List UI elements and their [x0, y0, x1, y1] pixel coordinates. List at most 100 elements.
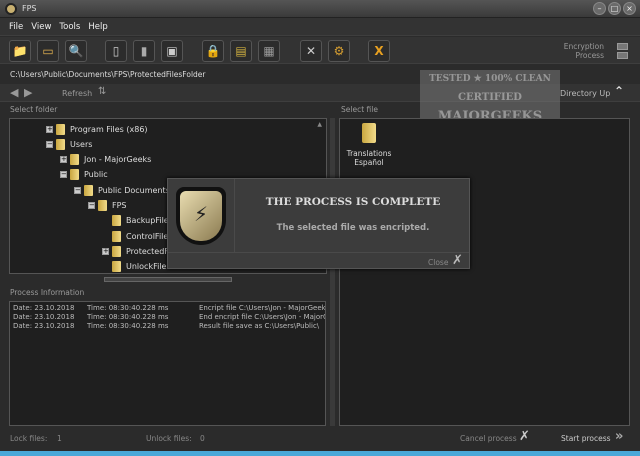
menu-file[interactable]: File [9, 22, 23, 32]
refresh-icon[interactable]: ⇅ [98, 86, 106, 97]
log-date: Date: 23.10.2018 [13, 313, 75, 321]
dialog-title: THE PROCESS IS COMPLETE [265, 196, 441, 208]
file-list[interactable]: Translations Español [339, 118, 630, 426]
tree-item[interactable]: + Program Files (x86) [46, 122, 148, 136]
log-time: Time: 08:30:40.228 ms [87, 304, 169, 312]
folder-icon [56, 123, 65, 135]
folder-icon [112, 215, 121, 227]
folder-icon [362, 123, 376, 143]
tree-item[interactable]: −BackupFiles [102, 214, 173, 228]
file-item[interactable]: Translations Español [344, 123, 394, 167]
search-folder-button[interactable]: 🔍 [65, 40, 87, 62]
menu-view[interactable]: View [31, 22, 51, 32]
double-chevron-right-icon[interactable]: » [615, 429, 623, 444]
divider [234, 179, 235, 252]
refresh-button[interactable]: Refresh [62, 89, 92, 98]
lock-button[interactable]: 🔒 [202, 40, 224, 62]
log-date: Date: 23.10.2018 [13, 304, 75, 312]
directory-up-button[interactable]: Directory Up [560, 89, 610, 98]
tree-item[interactable]: −UnlockFiles [102, 260, 171, 273]
box-button[interactable]: ▦ [258, 40, 280, 62]
tree-item-label: Jon - MajorGeeks [84, 155, 152, 165]
expand-icon[interactable]: + [46, 125, 53, 133]
tree-item[interactable]: − Public [60, 168, 108, 182]
minimize-button[interactable]: – [593, 2, 606, 15]
current-path: C:\Users\Public\Documents\FPS\ProtectedF… [10, 70, 206, 79]
document-button[interactable]: ▯ [105, 40, 127, 62]
cancel-x-icon[interactable]: ✗ [519, 429, 530, 444]
folder-icon [70, 154, 79, 166]
divider [168, 252, 469, 253]
app-shield-icon [5, 3, 17, 15]
cancel-process-button[interactable]: Cancel process [460, 434, 517, 443]
chevron-up-icon[interactable]: ⌃ [614, 84, 624, 98]
exit-button[interactable]: X [368, 40, 390, 62]
process-label: Process [575, 51, 604, 60]
close-button[interactable]: × [623, 2, 636, 15]
folder-icon [84, 184, 93, 196]
tree-item[interactable]: + Jon - MajorGeeks [60, 153, 151, 167]
log-msg: Encript file C:\Users\Jon - MajorGeeks [199, 304, 326, 312]
tree-item[interactable]: − Public Documents [74, 183, 170, 197]
tools-button[interactable]: ✕ [300, 40, 322, 62]
menu-bar: File View Tools Help [0, 18, 640, 36]
maximize-button[interactable]: □ [608, 2, 621, 15]
splitter[interactable] [330, 118, 335, 426]
encryption-label: Encryption [563, 42, 604, 51]
collapse-icon[interactable]: − [74, 186, 81, 194]
settings-button[interactable]: ⚙ [328, 40, 350, 62]
dialog-message: The selected file was encripted. [276, 223, 430, 233]
tree-item-label: Users [70, 139, 93, 149]
collapse-icon[interactable]: − [60, 171, 67, 179]
shield-icon: ⚡ [176, 187, 226, 245]
collapse-icon[interactable]: − [88, 202, 95, 209]
close-x-icon[interactable]: ✗ [452, 253, 463, 268]
unlock-files-label: Unlock files: [146, 434, 192, 443]
process-log: Date: 23.10.2018 Time: 08:30:40.228 ms Enc… [9, 301, 326, 426]
book-button[interactable]: ▮ [133, 40, 155, 62]
forward-arrow-icon[interactable]: ▶ [24, 86, 32, 99]
toolbar: 📁 ▭ 🔍 ▯ ▮ ▣ 🔒 ▤ ▦ ✕ ⚙ X Encryption Proce… [0, 37, 640, 64]
tree-item[interactable]: −ControlFiles [102, 229, 172, 243]
collapse-icon[interactable]: − [46, 140, 53, 148]
tree-item[interactable]: − FPS [88, 199, 127, 213]
process-complete-dialog: ⚡ THE PROCESS IS COMPLETE The selected f… [167, 178, 470, 269]
horizontal-scrollbar[interactable] [104, 277, 232, 282]
folder-icon [112, 230, 121, 242]
tree-item-label: Public Documents [98, 185, 170, 195]
window-bottom-border [0, 451, 640, 456]
add-folder-button[interactable]: 📁 [9, 40, 31, 62]
log-row: Date: 23.10.2018 Time: 08:30:40.228 ms Res… [13, 322, 322, 331]
tree-item-label: FPS [112, 201, 127, 210]
tree-item-label: ControlFiles [126, 231, 173, 241]
save-button[interactable]: ▣ [161, 40, 183, 62]
expand-icon[interactable]: + [60, 156, 67, 164]
process-indicator [617, 52, 628, 59]
start-process-button[interactable]: Start process [561, 434, 611, 443]
folder-icon [112, 261, 121, 273]
window-title: FPS [22, 4, 37, 13]
menu-tools[interactable]: Tools [59, 22, 80, 32]
drive-button[interactable]: ▭ [37, 40, 59, 62]
log-row: Date: 23.10.2018 Time: 08:30:40.228 ms Enc… [13, 304, 325, 313]
back-arrow-icon[interactable]: ◀ [10, 86, 18, 99]
tree-item[interactable]: − Users [46, 137, 92, 151]
close-dialog-button[interactable]: Close [428, 258, 448, 267]
log-msg: Result file save as C:\Users\Public\ [199, 322, 320, 330]
tree-item-label: Public [84, 170, 108, 180]
lock-files-count: 1 [57, 434, 62, 443]
encryption-indicator [617, 43, 628, 50]
expand-icon[interactable]: + [102, 247, 109, 255]
folder-icon [98, 200, 107, 211]
folder-icon [70, 169, 79, 181]
tree-item-label: UnlockFiles [126, 262, 171, 272]
unlock-button[interactable]: ▤ [230, 40, 252, 62]
menu-help[interactable]: Help [88, 22, 107, 32]
log-time: Time: 08:30:40.228 ms [87, 322, 169, 330]
scroll-up-icon[interactable]: ▲ [317, 121, 322, 128]
title-bar: FPS – □ × [0, 0, 640, 18]
folder-icon [56, 138, 65, 150]
log-time: Time: 08:30:40.228 ms [87, 313, 169, 321]
log-row: Date: 23.10.2018 Time: 08:30:40.228 ms End… [13, 313, 325, 322]
unlock-files-count: 0 [200, 434, 205, 443]
